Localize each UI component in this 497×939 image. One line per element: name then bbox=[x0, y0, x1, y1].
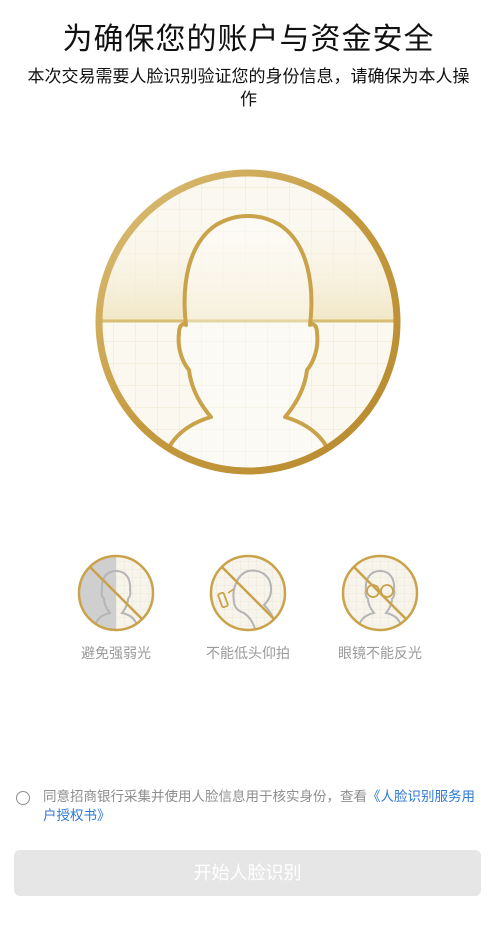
tip-label: 不能低头仰拍 bbox=[206, 646, 290, 662]
tips-row: 避免强弱光 不能低头仰拍 眼镜不能反光 bbox=[0, 553, 497, 673]
consent-text: 同意招商银行采集并使用人脸信息用于核实身份，查看《人脸识别服务用户授权书》 bbox=[43, 788, 477, 826]
no-glasses-glare-icon bbox=[341, 554, 419, 632]
start-face-recognition-button[interactable]: 开始人脸识别 bbox=[14, 850, 481, 896]
face-frame-illustration bbox=[91, 165, 405, 479]
tip-label: 避免强弱光 bbox=[81, 646, 151, 662]
page-title: 为确保您的账户与资金安全 bbox=[62, 22, 435, 57]
tip-avoid-strong-light: 避免强弱光 bbox=[51, 553, 181, 663]
tip-no-glasses-glare: 眼镜不能反光 bbox=[315, 553, 445, 663]
tip-label: 眼镜不能反光 bbox=[338, 646, 422, 662]
consent-agreement: 同意招商银行采集并使用人脸信息用于核实身份，查看《人脸识别服务用户授权书》 bbox=[16, 788, 477, 826]
no-head-tilt-icon bbox=[209, 554, 287, 632]
page-subtitle: 本次交易需要人脸识别验证您的身份信息，请确保为本人操作 bbox=[27, 67, 470, 110]
tip-no-head-tilt: 不能低头仰拍 bbox=[183, 553, 313, 663]
face-outline-icon bbox=[95, 169, 401, 475]
consent-statement: 同意招商银行采集并使用人脸信息用于核实身份，查看 bbox=[43, 789, 367, 805]
consent-radio[interactable] bbox=[16, 791, 30, 805]
avoid-strong-light-icon bbox=[77, 554, 155, 632]
